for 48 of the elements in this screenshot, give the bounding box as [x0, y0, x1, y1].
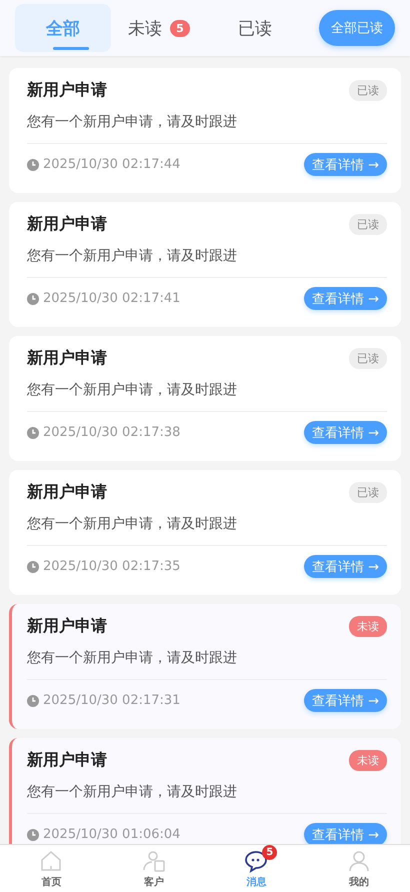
count-badge: 5: [262, 844, 278, 860]
status-tag: 已读: [349, 482, 387, 503]
message-title: 新用户申请: [27, 750, 107, 771]
message-time: 2025/10/30 02:17:35: [43, 559, 180, 574]
person-icon: [346, 848, 371, 872]
clock-icon: [27, 828, 39, 840]
chat-icon: [244, 848, 268, 872]
message-card[interactable]: 新用户申请 未读 您有一个新用户申请，请及时跟进 2025/10/30 02:17:31 查看详情 →: [9, 604, 401, 729]
message-time: 2025/10/30 02:17:31: [43, 693, 180, 708]
status-tag: 已读: [349, 214, 387, 235]
message-time: 2025/10/30 02:17:41: [43, 291, 180, 306]
message-card[interactable]: 新用户申请 已读 您有一个新用户申请，请及时跟进 2025/10/30 02:17:38 查看详情 →: [9, 336, 401, 461]
count-badge: 5: [170, 20, 190, 36]
nav-tab[interactable]: 我的: [308, 845, 410, 892]
message-time: 2025/10/30 02:17:44: [43, 157, 180, 172]
filter-tab[interactable]: 已读: [207, 4, 303, 52]
message-card[interactable]: 新用户申请 已读 您有一个新用户申请，请及时跟进 2025/10/30 02:17:44 查看详情 →: [9, 68, 401, 193]
message-text: 您有一个新用户申请，请及时跟进: [27, 649, 387, 680]
home-icon: [39, 848, 64, 872]
nav-tab[interactable]: 客户: [102, 845, 205, 892]
status-tag: 已读: [349, 80, 387, 101]
clock-icon: [27, 694, 39, 706]
message-text: 您有一个新用户申请，请及时跟进: [27, 113, 387, 144]
status-tag: 未读: [349, 750, 387, 771]
message-title: 新用户申请: [27, 214, 107, 235]
message-text: 您有一个新用户申请，请及时跟进: [27, 247, 387, 278]
status-tag: 未读: [349, 616, 387, 637]
clock-icon: [27, 158, 39, 170]
message-text: 您有一个新用户申请，请及时跟进: [27, 783, 387, 814]
status-tag: 已读: [349, 348, 387, 369]
message-card[interactable]: 新用户申请 未读 您有一个新用户申请，请及时跟进 2025/10/30 01:06:04 查看详情 →: [9, 738, 401, 844]
nav-tab[interactable]: 5 消息: [205, 845, 308, 892]
message-card[interactable]: 新用户申请 已读 您有一个新用户申请，请及时跟进 2025/10/30 02:17:35 查看详情 →: [9, 470, 401, 595]
message-time: 2025/10/30 01:06:04: [43, 827, 180, 842]
message-title: 新用户申请: [27, 348, 107, 369]
message-title: 新用户申请: [27, 482, 107, 503]
message-title: 新用户申请: [27, 616, 107, 637]
message-text: 您有一个新用户申请，请及时跟进: [27, 381, 387, 412]
clock-icon: [27, 560, 39, 572]
nav-tab[interactable]: 首页: [0, 845, 102, 892]
message-title: 新用户申请: [27, 80, 107, 101]
user-card-icon: [142, 848, 166, 872]
message-card[interactable]: 新用户申请 已读 您有一个新用户申请，请及时跟进 2025/10/30 02:17:41 查看详情 →: [9, 202, 401, 327]
clock-icon: [27, 292, 39, 304]
message-time: 2025/10/30 02:17:38: [43, 425, 180, 440]
message-text: 您有一个新用户申请，请及时跟进: [27, 515, 387, 546]
filter-tab[interactable]: 未读 5: [111, 4, 207, 52]
clock-icon: [27, 426, 39, 438]
